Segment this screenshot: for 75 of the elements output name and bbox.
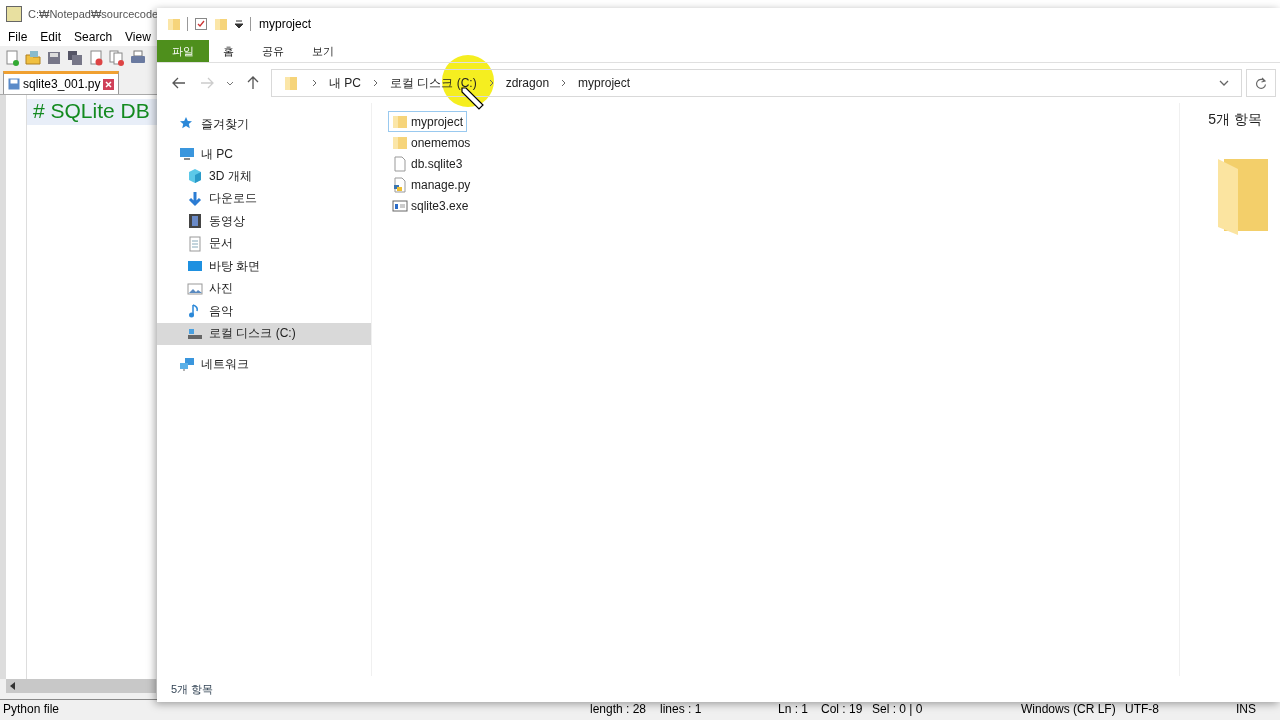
nav-item[interactable]: 음악 <box>157 300 371 323</box>
folder-item[interactable]: onememos <box>388 132 475 153</box>
window-title: myproject <box>259 17 311 31</box>
network-icon <box>179 356 195 372</box>
list-entry[interactable]: sqlite3.exe <box>388 195 473 216</box>
doc-icon <box>187 235 203 252</box>
folder-icon <box>392 134 408 151</box>
notepad-app-icon <box>6 6 22 22</box>
close-icon[interactable] <box>103 78 115 90</box>
status-text: Ln : 1 <box>778 702 809 716</box>
folder-icon <box>392 113 408 130</box>
status-text: Sel : 0 | 0 <box>872 702 923 716</box>
nav-item[interactable]: 다운로드 <box>157 187 371 210</box>
nav-item[interactable]: 즐겨찾기 <box>157 113 371 135</box>
list-entry[interactable]: manage.py <box>388 174 475 195</box>
customize-dropdown-icon[interactable] <box>234 19 244 29</box>
item-count: 5개 항목 <box>1208 111 1262 129</box>
pc-icon <box>179 146 195 162</box>
nav-item[interactable]: 동영상 <box>157 210 371 233</box>
menu-item[interactable]: View <box>125 30 151 44</box>
film-icon <box>187 213 203 230</box>
new-file-icon[interactable] <box>4 50 20 66</box>
nav-item[interactable]: 바탕 화면 <box>157 255 371 278</box>
code-line: # SQLite DB <box>33 99 150 122</box>
ribbon-tab[interactable]: 공유 <box>248 40 298 62</box>
status-item-count: 5개 항목 <box>171 681 214 697</box>
nav-item[interactable]: 문서 <box>157 232 371 255</box>
chevron-icon[interactable] <box>312 79 317 87</box>
download-icon <box>187 190 203 207</box>
nav-item[interactable]: 3D 개체 <box>157 165 371 188</box>
application-icon <box>392 197 408 214</box>
chevron-icon[interactable] <box>373 79 378 87</box>
cube-icon <box>187 168 203 185</box>
status-text: length : 28 <box>590 702 647 716</box>
save-all-icon[interactable] <box>67 50 83 66</box>
breadcrumb[interactable]: zdragon <box>503 76 552 90</box>
refresh-icon[interactable] <box>1246 69 1276 97</box>
list-entry[interactable]: db.sqlite3 <box>388 153 467 174</box>
print-icon[interactable] <box>130 50 146 66</box>
dropdown-icon[interactable] <box>1219 80 1229 86</box>
scroll-left-arrow-icon[interactable] <box>10 682 15 690</box>
save-icon <box>8 78 20 90</box>
status-text: UTF-8 <box>1125 702 1159 716</box>
folder-icon <box>284 75 298 91</box>
folder-icon <box>1218 159 1270 235</box>
nav-item[interactable]: 내 PC <box>157 143 371 165</box>
python-file-icon <box>392 176 408 193</box>
folder-item[interactable]: myproject <box>388 111 467 132</box>
breadcrumb[interactable]: 내 PC <box>327 74 363 92</box>
status-text: Windows (CR LF) <box>1021 702 1116 716</box>
menu-item[interactable]: Edit <box>40 30 62 44</box>
status-text: Col : 19 <box>821 702 863 716</box>
chevron-icon[interactable] <box>488 79 494 87</box>
status-text: INS <box>1236 702 1256 716</box>
ribbon-tab[interactable]: 홈 <box>209 40 248 62</box>
nav-item[interactable]: 로컬 디스크 (C:) <box>157 322 371 345</box>
close-file-icon[interactable] <box>88 50 104 66</box>
horizontal-scrollbar[interactable] <box>6 679 156 693</box>
menu-item[interactable]: File <box>8 30 28 44</box>
file-tab[interactable]: sqlite3_001.py <box>3 71 120 94</box>
photo-icon <box>187 280 203 297</box>
chevron-icon[interactable] <box>561 79 567 87</box>
file-menu-tab[interactable]: 파일 <box>157 40 209 62</box>
window-title: C:₩Notepad₩sourcecode <box>28 8 159 20</box>
breadcrumb[interactable]: myproject <box>576 76 633 90</box>
nav-item[interactable]: 네트워크 <box>157 353 371 375</box>
status-text: Python file <box>3 702 60 716</box>
nav-item[interactable]: 사진 <box>157 277 371 300</box>
ribbon-tab[interactable]: 보기 <box>298 40 348 62</box>
save-icon[interactable] <box>46 50 62 66</box>
menu-item[interactable]: Search <box>74 30 113 44</box>
file-icon <box>392 155 408 172</box>
close-all-icon[interactable] <box>109 50 125 66</box>
properties-icon[interactable] <box>194 17 208 31</box>
status-text: lines : 1 <box>660 702 702 716</box>
